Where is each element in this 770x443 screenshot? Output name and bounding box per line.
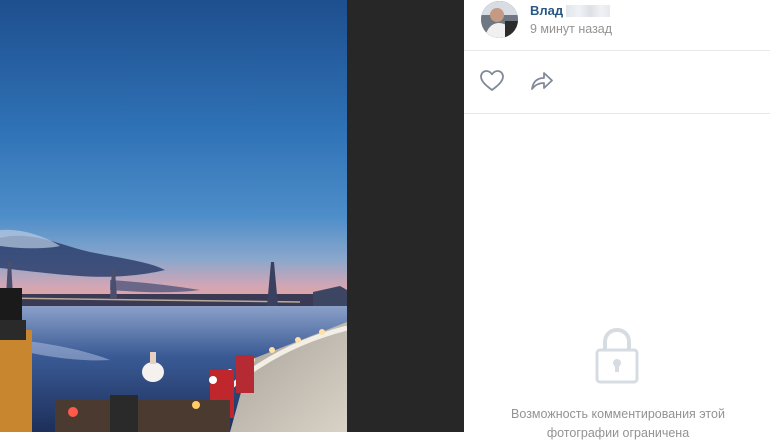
- post-timestamp[interactable]: 9 минут назад: [530, 22, 612, 36]
- author-name[interactable]: Влад: [530, 3, 611, 18]
- share-arrow-icon: [531, 72, 553, 90]
- share-button[interactable]: [528, 68, 556, 94]
- avatar-image: [481, 1, 518, 38]
- author-name-text[interactable]: Влад: [530, 3, 563, 18]
- blurred-surname: [566, 4, 611, 17]
- photo-image: [0, 0, 347, 432]
- info-sidebar: Влад 9 минут назад Возможность комментир: [464, 0, 770, 440]
- comments-section: Возможность комментирования этой фотогра…: [464, 114, 770, 440]
- post-actions: [464, 51, 770, 114]
- like-button[interactable]: [478, 68, 506, 94]
- photo[interactable]: [0, 0, 347, 432]
- author-avatar[interactable]: [481, 1, 518, 38]
- post-header: Влад 9 минут назад: [464, 0, 770, 51]
- photo-viewer[interactable]: [0, 0, 464, 432]
- lock-icon: [594, 325, 640, 390]
- heart-icon: [480, 70, 504, 91]
- comments-restricted-notice: Возможность комментирования этой фотогра…: [511, 407, 725, 440]
